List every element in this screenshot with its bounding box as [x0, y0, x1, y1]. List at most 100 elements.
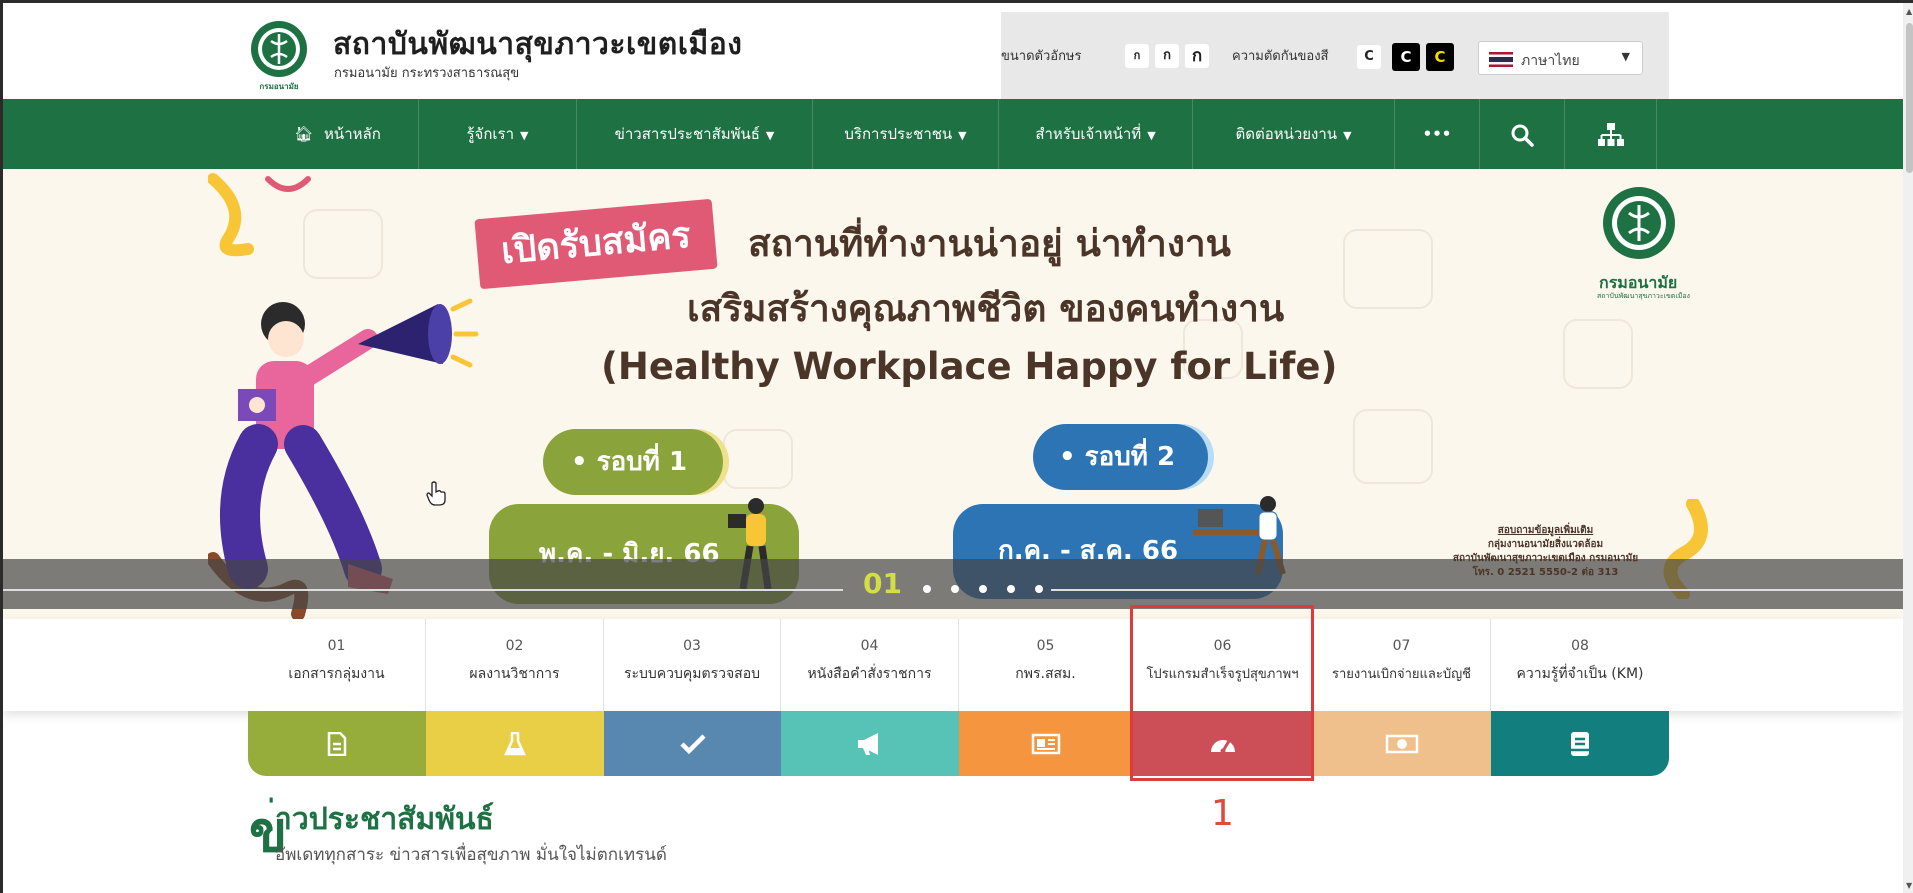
contrast-label: ความตัดกันของสี	[1232, 49, 1329, 64]
open-enrollment-tag: เปิดรับสมัคร	[474, 198, 718, 290]
tab-number: 03	[683, 638, 701, 654]
nav-contact[interactable]: ติดต่อหน่วยงาน ▼	[1193, 99, 1395, 169]
slider-dot[interactable]	[1035, 585, 1043, 593]
scroll-down-icon[interactable]: ▼	[1906, 881, 1912, 890]
slider-dot[interactable]	[979, 585, 987, 593]
main-nav: 🏠︎ หน้าหลัก รู้จักเรา ▼ ข่าวสารประชาสัมพั…	[3, 99, 1903, 169]
tab-label: หนังสือคำสั่งราชการ	[807, 666, 932, 682]
tab-audit-system[interactable]: 03 ระบบควบคุมตรวจสอบ	[604, 619, 781, 711]
tab-official-orders[interactable]: 04 หนังสือคำสั่งราชการ	[781, 619, 959, 711]
chevron-down-icon: ▼	[1343, 129, 1352, 142]
tab-number: 01	[327, 638, 346, 654]
page-scrollbar[interactable]: ▲ ▼	[1903, 3, 1913, 893]
decor-square	[1343, 229, 1433, 309]
nav-staff[interactable]: สำหรับเจ้าหน้าที่ ▼	[999, 99, 1193, 169]
chevron-down-icon: ▼	[1147, 129, 1156, 142]
round-1-pill: • รอบที่ 1	[543, 429, 723, 495]
hand-cursor-icon	[426, 481, 446, 506]
tab-number: 05	[1036, 638, 1055, 654]
banner-headline-2: เสริมสร้างคุณภาพชีวิต ของคนทำงาน	[687, 287, 1285, 330]
contrast-dark-button[interactable]: C	[1392, 43, 1420, 71]
sitemap-icon	[1597, 122, 1624, 146]
page: กรมอนามัย สถาบันพัฒนาสุขภาวะเขตเมือง กรม…	[0, 0, 1913, 893]
tab-label: รายงานเบิกจ่ายและบัญชี	[1331, 667, 1471, 682]
slide-number: 01	[863, 567, 902, 600]
nav-home-label: หน้าหลัก	[324, 125, 381, 143]
tab-number: 02	[505, 638, 524, 654]
tab-label: ระบบควบคุมตรวจสอบ	[623, 666, 761, 682]
category-opdc-button[interactable]	[959, 711, 1133, 776]
site-logo[interactable]: กรมอนามัย	[247, 19, 311, 93]
newspaper-icon	[1031, 733, 1061, 754]
contrast-yellow-button[interactable]: C	[1426, 43, 1454, 71]
site-title[interactable]: สถาบันพัฒนาสุขภาวะเขตเมือง	[333, 21, 742, 68]
more-icon: •••	[1422, 125, 1452, 143]
book-icon	[1571, 731, 1589, 756]
category-km-button[interactable]	[1491, 711, 1669, 776]
contact-line-4: โทร. 0 2521 5550-2 ต่อ 313	[1472, 567, 1619, 578]
round-2-pill: • รอบที่ 2	[1033, 424, 1208, 490]
hero-banner[interactable]: เปิดรับสมัคร สถานที่ทำงานน่าอยู่ น่าทำงา…	[3, 169, 1903, 619]
language-select[interactable]: ภาษาไทย ▼	[1478, 41, 1643, 75]
font-size-small-button[interactable]: ก	[1125, 44, 1149, 68]
category-tabs: 01 เอกสารกลุ่มงาน 02 ผลงานวิชาการ 03 ระบ…	[3, 619, 1903, 711]
nav-news[interactable]: ข่าวสารประชาสัมพันธ์ ▼	[577, 99, 813, 169]
slider-dot[interactable]	[951, 585, 959, 593]
slider-dot[interactable]	[923, 585, 931, 593]
nav-public-services[interactable]: บริการประชาชน ▼	[813, 99, 999, 169]
scroll-up-icon[interactable]: ▲	[1906, 7, 1912, 16]
category-audit-button[interactable]	[604, 711, 781, 776]
tab-label: ผลงานวิชาการ	[469, 666, 560, 682]
site-header: กรมอนามัย สถาบันพัฒนาสุขภาวะเขตเมือง กรม…	[3, 3, 1903, 99]
category-academic-button[interactable]	[426, 711, 604, 776]
tab-academic-works[interactable]: 02 ผลงานวิชาการ	[426, 619, 604, 711]
nav-about[interactable]: รู้จักเรา ▼	[419, 99, 577, 169]
check-icon	[679, 733, 706, 754]
chevron-down-icon: ▼	[520, 129, 529, 142]
woman-megaphone-illustration-icon	[220, 298, 479, 594]
font-size-large-button[interactable]: ก	[1185, 44, 1209, 68]
site-subtitle: กรมอนามัย กระทรวงสาธารณสุข	[334, 66, 520, 81]
chevron-down-icon: ▼	[958, 129, 967, 142]
nav-public-services-label: บริการประชาชน	[844, 125, 953, 143]
chevron-down-icon: ▼	[765, 129, 775, 142]
search-icon	[1511, 124, 1534, 147]
tab-expense-report[interactable]: 07 รายงานเบิกจ่ายและบัญชี	[1313, 619, 1491, 711]
tab-number: 08	[1571, 638, 1589, 654]
category-docs-button[interactable]	[248, 711, 426, 776]
logo-text: กรมอนามัย	[259, 82, 299, 91]
annotation-number: 1	[1211, 793, 1234, 834]
nav-news-label: ข่าวสารประชาสัมพันธ์	[614, 125, 760, 143]
flask-icon	[504, 731, 526, 755]
tab-number: 04	[860, 638, 879, 654]
banner-headline-1: สถานที่ทำงานน่าอยู่ น่าทำงาน	[748, 222, 1231, 265]
tab-opdc[interactable]: 05 กพร.สสม.	[959, 619, 1133, 711]
tab-label: กพร.สสม.	[1015, 666, 1076, 682]
tab-knowledge-km[interactable]: 08 ความรู้ที่จำเป็น (KM)	[1491, 619, 1669, 711]
font-size-label: ขนาดตัวอักษร	[1001, 49, 1082, 64]
category-orders-button[interactable]	[781, 711, 959, 776]
annotation-highlight-box	[1130, 605, 1314, 781]
contrast-normal-button[interactable]: C	[1357, 45, 1381, 69]
search-button[interactable]	[1480, 99, 1565, 169]
category-expense-button[interactable]	[1313, 711, 1491, 776]
swirl-decoration-icon	[208, 173, 311, 257]
nav-home[interactable]: 🏠︎ หน้าหลัก	[257, 99, 419, 169]
contact-line-1: สอบถามข้อมูลเพิ่มเติม	[1497, 525, 1594, 536]
tab-department-docs[interactable]: 01 เอกสารกลุ่มงาน	[248, 619, 426, 711]
tab-label: ความรู้ที่จำเป็น (KM)	[1516, 666, 1644, 682]
thai-flag-icon	[1489, 52, 1513, 67]
nav-more[interactable]: •••	[1395, 99, 1480, 169]
font-size-medium-button[interactable]: ก	[1155, 44, 1179, 68]
money-icon	[1385, 734, 1419, 753]
language-value: ภาษาไทย	[1521, 53, 1580, 69]
slider-dot[interactable]	[1007, 585, 1015, 593]
nav-staff-label: สำหรับเจ้าหน้าที่	[1035, 125, 1142, 143]
banner-headline-3: (Healthy Workplace Happy for Life)	[601, 345, 1338, 388]
tab-number: 07	[1392, 638, 1411, 654]
sitemap-button[interactable]	[1565, 99, 1657, 169]
decor-square	[723, 429, 793, 489]
slider-line	[3, 589, 843, 591]
scrollbar-thumb[interactable]	[1906, 23, 1913, 173]
document-icon	[327, 731, 347, 756]
